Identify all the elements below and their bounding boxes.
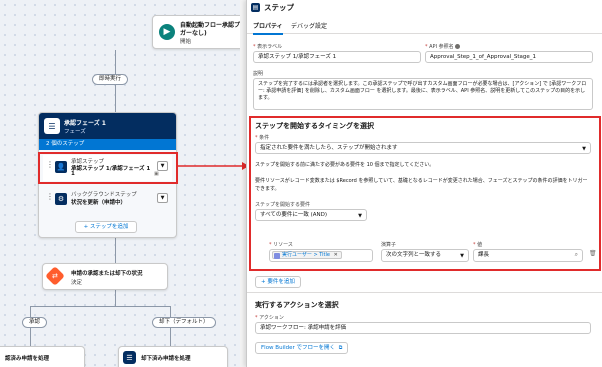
value-label: * 値 <box>473 242 483 248</box>
external-link-icon: ⧉ <box>338 345 343 351</box>
timing-help-text-1: ステップを開始する前に満たす必要がある要件を 10 個まで指定してください。 <box>255 162 435 168</box>
timing-section-title: ステップを開始するタイミングを選択 <box>255 122 374 130</box>
highlight-timing-section <box>249 116 601 271</box>
start-node-subtitle: 開始 <box>180 39 192 45</box>
connector-line <box>115 290 116 306</box>
tab-properties[interactable]: プロパティ <box>253 21 283 35</box>
resource-input[interactable]: 実行ユーザー > Title ✕ <box>269 249 373 262</box>
branch-reject-label: 却下（デフォルト） <box>152 317 216 328</box>
connector-line <box>30 306 170 307</box>
branch-approve-label: 承認 <box>22 317 48 328</box>
condition-label: * 条件 <box>255 135 270 141</box>
panel-tabs: プロパティ デバッグ設定 <box>247 18 602 35</box>
info-icon[interactable] <box>455 44 461 49</box>
approval-user-icon: 👤 <box>55 161 67 173</box>
step-menu-chevron-icon[interactable]: ▼ <box>157 193 168 203</box>
timing-help-text-2: 要件リソースがレコード変数または $Record を参照していて、基礎となるレコ… <box>255 178 588 192</box>
stage-node[interactable]: ☰ 承認フェーズ 1 フェーズ 2 個のステップ ⋮⋮ 👤 承認ステップ 承認ス… <box>38 112 177 238</box>
chevron-down-icon: ▼ <box>582 146 586 152</box>
operator-select-value: 次の文字列と一致する <box>386 252 442 258</box>
connector-line <box>115 238 116 264</box>
stage-header: ☰ 承認フェーズ 1 フェーズ <box>39 113 176 139</box>
label-field-label: * 表示ラベル <box>253 44 283 50</box>
api-name-label: * API 参照名 <box>425 43 461 50</box>
user-icon <box>274 252 280 259</box>
logic-select[interactable]: すべての要件に一致 (AND) ▼ <box>255 209 367 221</box>
remove-chip-icon[interactable]: ✕ <box>334 252 338 258</box>
approved-process-title: 認済み申請を処理 <box>5 356 50 362</box>
approval-step-row[interactable]: ⋮⋮ 👤 承認ステップ 承認ステップ 1/承認フェーズ 1 1 ▣ ▼ <box>43 155 172 181</box>
stage-title: 承認フェーズ 1 <box>64 120 106 127</box>
immediate-path-label: 即時実行 <box>92 74 129 85</box>
api-name-input[interactable]: Approval_Step_1_of_Approval_Stage_1 <box>425 51 593 63</box>
rejected-process-title: 却下済み申請を処理 <box>141 356 191 362</box>
step-type-label: バックグラウンドステップ <box>71 192 137 198</box>
resource-chip[interactable]: 実行ユーザー > Title ✕ <box>272 251 342 259</box>
value-input-text: 課長 <box>478 252 490 258</box>
open-in-flow-builder-button[interactable]: Flow Builder でフローを開く ⧉ <box>255 342 349 354</box>
clipboard-icon: ▤ <box>251 3 260 12</box>
approved-process-node[interactable]: 認済み申請を処理 <box>0 346 85 367</box>
decision-icon: ⇄ <box>45 266 65 286</box>
required-icon: ▣ <box>154 171 159 177</box>
chevron-down-icon: ▼ <box>460 253 464 259</box>
chevron-down-icon: ▼ <box>358 213 362 219</box>
logic-select-value: すべての要件に一致 (AND) <box>260 212 328 218</box>
gear-icon: ⚙ <box>55 193 67 205</box>
step-properties-panel: ▤ ステップ プロパティ デバッグ設定 * 表示ラベル 承認ステップ 1/承認フ… <box>246 0 602 367</box>
decision-title: 申請の承認または却下の状況 <box>71 271 143 277</box>
play-icon: ▶ <box>159 24 175 40</box>
start-node[interactable]: ▶ 自動起動フロー承認プ ガーなし) 開始 <box>152 15 240 49</box>
action-input[interactable]: 承認ワークフロー: 承認申請を評価 <box>255 322 591 334</box>
decision-subtitle: 決定 <box>71 280 83 286</box>
decision-node[interactable]: ⇄ 申請の承認または却下の状況 決定 <box>42 263 168 290</box>
add-requirement-button[interactable]: + 要件を追加 <box>255 276 301 288</box>
value-input[interactable]: 課長 ⌕ <box>473 249 583 262</box>
delete-icon[interactable]: 🗑 <box>589 250 597 257</box>
operator-label: 演算子 <box>381 242 397 248</box>
divider <box>247 292 602 293</box>
tab-debug-settings[interactable]: デバッグ設定 <box>291 21 327 30</box>
step-name: 状況を更新（申請中） <box>71 200 127 206</box>
description-textarea[interactable]: ステップを完了するには承認者を選択します。この承認ステップで呼び出すカスタム画面… <box>253 78 593 110</box>
label-input[interactable]: 承認ステップ 1/承認フェーズ 1 <box>253 51 421 63</box>
rejected-process-node[interactable]: ☰ 却下済み申請を処理 <box>118 346 228 367</box>
search-icon: ⌕ <box>574 251 578 258</box>
stage-icon: ☰ <box>44 118 60 134</box>
steps-count: 2 個のステップ <box>39 139 176 150</box>
callout-arrow <box>178 162 249 170</box>
flow-canvas[interactable]: ▶ 自動起動フロー承認プ ガーなし) 開始 即時実行 ☰ 承認フェーズ 1 フェ… <box>0 0 240 367</box>
add-step-button[interactable]: + ステップを追加 <box>75 221 137 233</box>
stage-icon: ☰ <box>123 351 136 364</box>
condition-select[interactable]: 指定された要件を満たしたら、ステップが開始されます ▼ <box>255 142 591 154</box>
panel-header: ▤ ステップ <box>247 0 602 14</box>
operator-select[interactable]: 次の文字列と一致する ▼ <box>381 249 469 262</box>
step-menu-chevron-icon[interactable]: ▼ <box>157 161 168 171</box>
stage-type: フェーズ <box>64 129 86 135</box>
logic-label: ステップを開始する要件 <box>255 202 311 208</box>
action-label: * アクション <box>255 315 284 321</box>
action-section-title: 実行するアクションを選択 <box>255 301 339 309</box>
description-label: 説明 <box>253 71 264 77</box>
step-name: 承認ステップ 1/承認フェーズ 1 <box>71 166 151 172</box>
start-node-title-suffix: ガーなし) <box>180 30 207 37</box>
panel-title: ステップ <box>264 3 294 12</box>
condition-select-value: 指定された要件を満たしたら、ステップが開始されます <box>260 145 398 151</box>
step-name-line2: 1 <box>71 171 75 177</box>
background-step-row[interactable]: ⋮⋮ ⚙ バックグラウンドステップ 状況を更新（申請中） ▼ <box>43 187 172 213</box>
resource-label: * リソース <box>269 242 293 248</box>
